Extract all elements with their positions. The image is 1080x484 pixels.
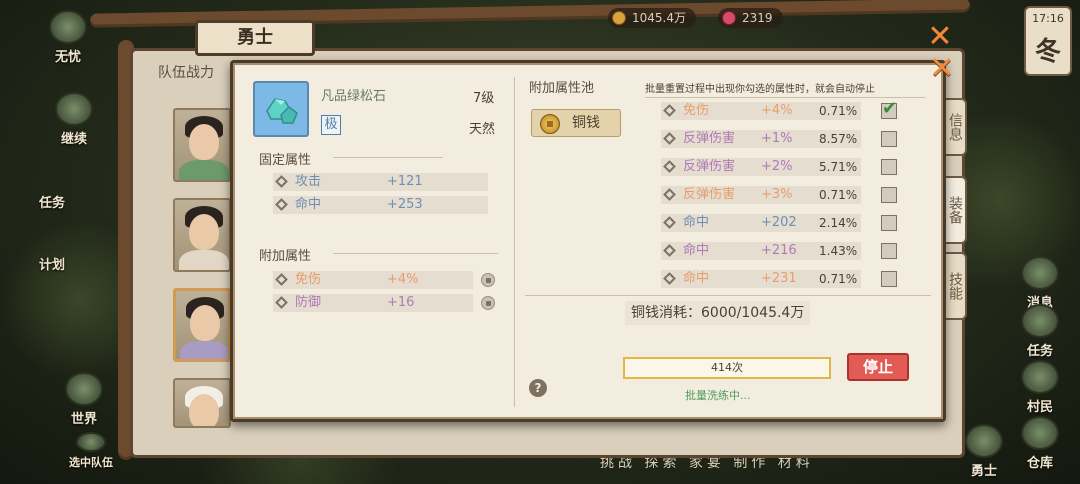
- side-btn-villagers[interactable]: 村民: [1012, 360, 1068, 415]
- fixed-attr-row: 攻击 +121: [273, 173, 488, 191]
- diamond-icon: [275, 273, 288, 286]
- dialog-close-icon[interactable]: ✕: [928, 54, 956, 84]
- warrior-title: 勇士: [195, 20, 315, 56]
- villager-icon: [1021, 360, 1059, 394]
- pool-row: 命中 +216 1.43%: [661, 242, 861, 260]
- message-icon: [1021, 256, 1059, 290]
- play-icon: [55, 92, 93, 126]
- world-icon: [65, 372, 103, 406]
- item-origin: 天然: [469, 122, 496, 137]
- turquoise-gem-icon: [266, 98, 298, 124]
- diamond-icon: [663, 188, 676, 201]
- pool-row: 反弹伤害 +3% 0.71%: [661, 186, 861, 204]
- diamond-icon: [275, 296, 288, 309]
- attr-pool-hint: 批量重置过程中出现你勾选的属性时，就会自动停止: [645, 84, 875, 95]
- extra-attr-row: 防御 +16: [273, 294, 473, 312]
- side-btn-continue[interactable]: 继续: [46, 92, 102, 147]
- section-divider: [333, 253, 498, 254]
- warehouse-icon: [1021, 416, 1059, 450]
- side-btn-warehouse[interactable]: 仓库: [1012, 416, 1068, 471]
- coin-counter: 1045.4万: [608, 8, 696, 28]
- pool-checkbox[interactable]: [881, 131, 897, 147]
- fixed-attr-row: 命中 +253: [273, 196, 488, 214]
- item-slot: [253, 81, 309, 137]
- side-btn-selected-team[interactable]: 选中队伍: [56, 432, 126, 470]
- side-btn-quests[interactable]: 任务: [1012, 304, 1068, 359]
- side-btn-messages[interactable]: 消息: [1012, 256, 1068, 311]
- diamond-icon: [663, 272, 676, 285]
- diamond-icon: [275, 175, 288, 188]
- season-label: 冬: [1034, 37, 1061, 67]
- grade-badge: 极: [321, 115, 341, 135]
- diamond-icon: [663, 132, 676, 145]
- diamond-icon: [663, 244, 676, 257]
- team-icon: [76, 432, 106, 452]
- wuyou-icon: [49, 10, 87, 44]
- pool-checkbox[interactable]: [881, 271, 897, 287]
- diamond-icon: [663, 160, 676, 173]
- diamond-icon: [663, 216, 676, 229]
- unlock-icon[interactable]: [481, 296, 495, 310]
- side-btn-task[interactable]: 任务: [24, 192, 80, 211]
- clock-time: 17:16: [1032, 12, 1064, 25]
- pool-row: 命中 +231 0.71%: [661, 270, 861, 288]
- pool-checkbox[interactable]: [881, 215, 897, 231]
- pool-checkbox-checked[interactable]: [881, 98, 897, 119]
- reforge-dialog: 凡品绿松石 7级 极 天然 固定属性 攻击 +121 命中 +253 附加属性 …: [230, 60, 946, 422]
- pool-checkbox[interactable]: [881, 159, 897, 175]
- pool-row: 反弹伤害 +2% 5.71%: [661, 158, 861, 176]
- warrior-icon: [965, 424, 1003, 458]
- warrior-portrait-selected[interactable]: [173, 288, 231, 362]
- tab-info[interactable]: 信息: [945, 98, 967, 156]
- gem-counter: 2319: [718, 8, 783, 28]
- pool-row: 命中 +202 2.14%: [661, 214, 861, 232]
- extra-attr-title: 附加属性: [250, 245, 316, 264]
- pool-row: 免伤 +4% 0.71%: [661, 102, 861, 120]
- tab-skills[interactable]: 技能: [945, 252, 967, 320]
- column-divider: [514, 77, 515, 407]
- pool-checkbox[interactable]: [881, 243, 897, 259]
- currency-copper-button[interactable]: 铜钱: [531, 109, 621, 137]
- gem-icon: [722, 11, 736, 25]
- help-icon[interactable]: ?: [529, 379, 547, 397]
- warrior-portrait[interactable]: [173, 378, 231, 428]
- diamond-icon: [663, 104, 676, 117]
- close-icon[interactable]: ✕: [926, 22, 954, 52]
- item-level: 7级: [473, 91, 495, 106]
- section-divider: [333, 157, 443, 158]
- cost-label: 铜钱消耗：6000/1045.4万: [625, 301, 811, 325]
- scroll-icon: [1021, 304, 1059, 338]
- pool-row: 反弹伤害 +1% 8.57%: [661, 130, 861, 148]
- warrior-portrait[interactable]: [173, 198, 231, 272]
- coin-icon: [612, 11, 626, 25]
- side-btn-world[interactable]: 世界: [56, 372, 112, 427]
- attr-pool-title: 附加属性池: [522, 77, 620, 96]
- section-divider: [525, 295, 931, 296]
- batch-count-bar: 414次: [623, 357, 831, 379]
- extra-attr-row: 免伤 +4%: [273, 271, 473, 289]
- side-btn-plan[interactable]: 计划: [24, 254, 80, 273]
- stop-button[interactable]: 停止: [847, 353, 909, 381]
- pool-checkbox[interactable]: [881, 187, 897, 203]
- side-btn-wuyou[interactable]: 无忧: [40, 10, 96, 65]
- diamond-icon: [275, 198, 288, 211]
- copper-coin-icon: [540, 114, 560, 134]
- season-clock[interactable]: 17:16 冬: [1024, 6, 1072, 76]
- tab-equipment[interactable]: 装备: [945, 176, 967, 244]
- portrait-list: [165, 90, 235, 430]
- warrior-portrait[interactable]: [173, 108, 231, 182]
- lock-icon[interactable]: [481, 273, 495, 287]
- batch-status: 批量洗练中...: [685, 389, 751, 402]
- fixed-attr-title: 固定属性: [250, 149, 316, 168]
- item-name: 凡品绿松石: [321, 89, 387, 104]
